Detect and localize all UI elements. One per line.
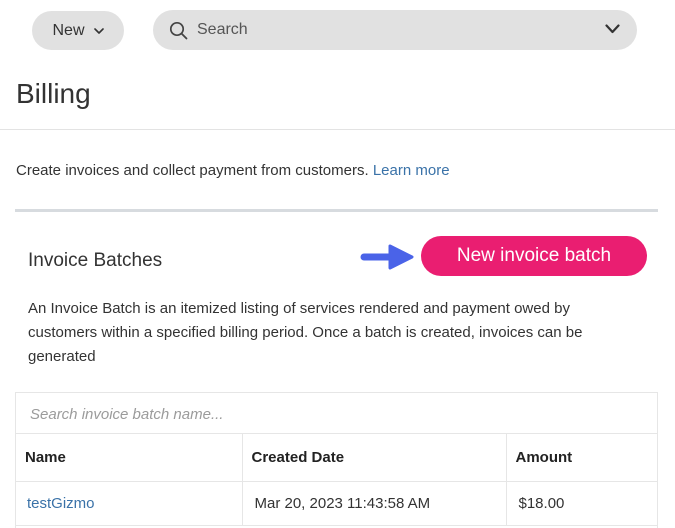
batch-search-input[interactable] <box>30 403 530 425</box>
chevron-down-icon <box>93 27 104 34</box>
batch-created-date-cell: Mar 20, 2023 11:43:58 AM <box>242 481 507 526</box>
intro-description: Create invoices and collect payment from… <box>16 162 369 179</box>
invoice-batches-card: Invoice Batches New invoice batch An Inv… <box>15 209 658 528</box>
batch-amount-cell: $18.00 <box>506 481 657 526</box>
new-invoice-batch-button[interactable]: New invoice batch <box>421 236 647 276</box>
invoice-batch-table-container: Name Created Date Amount testGizmo Mar 2… <box>15 392 658 528</box>
page-title: Billing <box>16 78 91 109</box>
table-row: testGizmo Mar 20, 2023 11:43:58 AM $18.0… <box>16 481 657 526</box>
new-button-label: New <box>52 21 85 39</box>
global-search-input[interactable] <box>197 18 577 42</box>
column-header-amount[interactable]: Amount <box>506 434 657 482</box>
title-divider <box>0 129 675 130</box>
search-dropdown-chevron-icon[interactable] <box>605 24 620 34</box>
column-header-name[interactable]: Name <box>16 434 243 482</box>
new-dropdown-button[interactable]: New <box>32 11 124 50</box>
learn-more-link[interactable]: Learn more <box>373 162 450 179</box>
arrow-right-icon <box>360 244 414 270</box>
invoice-batch-table: Name Created Date Amount testGizmo Mar 2… <box>16 434 657 526</box>
section-description: An Invoice Batch is an itemized listing … <box>28 300 583 365</box>
column-header-created-date[interactable]: Created Date <box>242 434 507 482</box>
top-bar: New <box>0 0 675 60</box>
global-search-bar <box>153 10 637 50</box>
section-title: Invoice Batches <box>28 250 163 271</box>
batch-search-row <box>16 393 657 434</box>
batch-name-link[interactable]: testGizmo <box>27 495 95 512</box>
batch-name-cell: testGizmo <box>16 481 243 526</box>
table-header-row: Name Created Date Amount <box>16 434 657 482</box>
intro-text: Create invoices and collect payment from… <box>16 162 450 179</box>
search-icon <box>169 21 188 40</box>
